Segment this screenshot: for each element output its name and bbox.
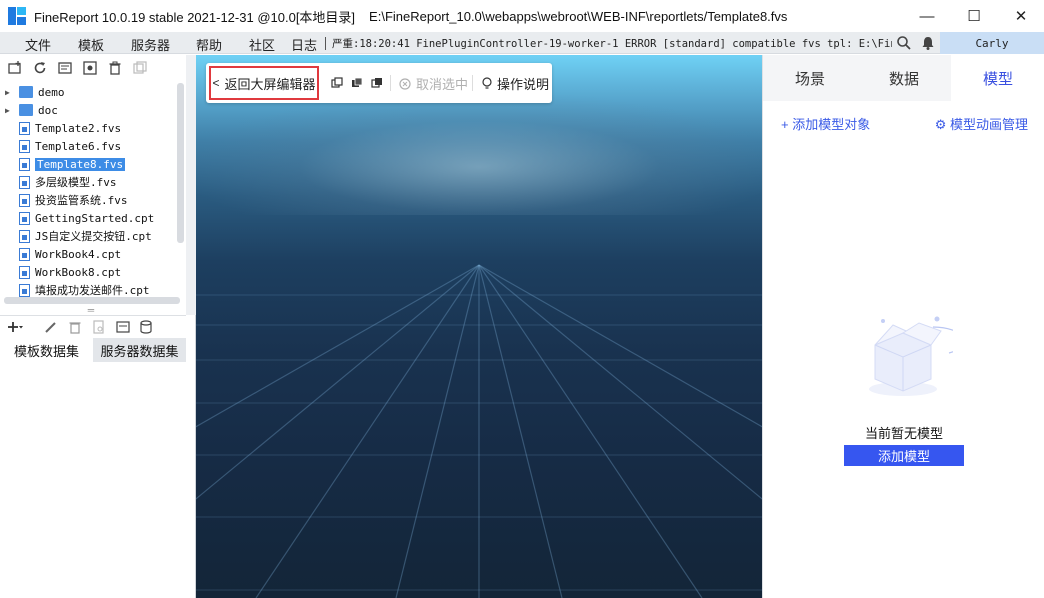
folder-icon xyxy=(19,104,33,116)
tab-data[interactable]: 数据 xyxy=(857,55,951,101)
tree-horizontal-scrollbar[interactable] xyxy=(4,297,180,304)
tree-file[interactable]: WorkBook8.cpt xyxy=(0,263,121,281)
expand-arrow-icon[interactable]: ▶ xyxy=(5,106,15,115)
edit-icon[interactable] xyxy=(42,318,60,336)
bell-icon[interactable] xyxy=(920,35,936,51)
file-icon xyxy=(19,247,30,261)
tree-file[interactable]: Template2.fvs xyxy=(0,119,121,137)
toolbar-separator xyxy=(390,75,391,91)
close-button[interactable]: ✕ xyxy=(998,0,1044,32)
menu-bar: 文件 模板 服务器 帮助 社区 日志 严重:18:20:41 FinePlugi… xyxy=(0,32,1044,54)
dataset-toolbar xyxy=(0,315,186,337)
refresh-icon[interactable] xyxy=(31,59,49,77)
empty-state-text: 当前暂无模型 xyxy=(864,426,943,441)
add-model-button[interactable]: 添加模型 xyxy=(844,445,964,466)
empty-box-illustration xyxy=(869,316,953,396)
tree-file[interactable]: JS自定义提交按钮.cpt xyxy=(0,227,152,245)
tab-model[interactable]: 模型 xyxy=(951,55,1044,101)
deselect-icon xyxy=(399,77,411,90)
search-icon[interactable] xyxy=(896,35,912,51)
scene-canvas[interactable] xyxy=(196,55,762,598)
tab-scene[interactable]: 场景 xyxy=(763,55,857,101)
add-dataset-icon[interactable] xyxy=(6,318,24,336)
preview-icon[interactable] xyxy=(90,318,108,336)
file-icon xyxy=(19,265,30,279)
tab-template-dataset[interactable]: 模板数据集 xyxy=(0,338,93,362)
settings-icon[interactable] xyxy=(81,59,99,77)
tree-file-selected[interactable]: Template8.fvs xyxy=(0,155,126,173)
file-icon xyxy=(19,139,30,153)
minimize-button[interactable]: — xyxy=(904,0,950,32)
tree-file[interactable]: GettingStarted.cpt xyxy=(0,209,154,227)
tree-file[interactable]: 多层级模型.fvs xyxy=(0,173,117,191)
menu-community[interactable]: 社区 xyxy=(249,35,275,54)
operation-help-button[interactable]: 操作说明 xyxy=(481,74,549,93)
back-to-editor-button[interactable]: < 返回大屏编辑器 xyxy=(209,66,319,100)
file-icon xyxy=(19,229,30,243)
finereport-logo-icon xyxy=(8,7,26,25)
tree-folder-doc[interactable]: ▶ doc xyxy=(0,101,58,119)
log-message[interactable]: 严重:18:20:41 FinePluginController-19-work… xyxy=(332,36,892,51)
file-icon xyxy=(19,121,30,135)
file-icon xyxy=(19,175,30,189)
tree-vertical-scrollbar[interactable] xyxy=(177,83,184,243)
file-icon xyxy=(19,193,30,207)
chevron-left-icon: < xyxy=(212,76,220,90)
file-icon xyxy=(19,157,30,171)
file-icon xyxy=(19,283,30,297)
log-label[interactable]: 日志 xyxy=(291,35,317,54)
lightbulb-icon xyxy=(482,77,492,89)
delete-icon[interactable] xyxy=(106,59,124,77)
file-tree: ▶ demo ▶ doc Template2.fvs Template6.fvs T… xyxy=(0,83,178,299)
splitter-grip-icon[interactable]: ═ xyxy=(84,305,98,315)
help-label: 操作说明 xyxy=(497,77,550,92)
file-icon xyxy=(19,211,30,225)
menu-server[interactable]: 服务器 xyxy=(131,35,170,54)
canvas-toolbar: < 返回大屏编辑器 取消选中 操作说明 xyxy=(206,63,552,103)
dataset-tabs: 模板数据集 服务器数据集 xyxy=(0,338,186,362)
layer-stack-icon[interactable] xyxy=(351,77,363,89)
template-toolbar xyxy=(0,55,186,81)
add-model-object-link[interactable]: + 添加模型对象 xyxy=(781,114,870,133)
tree-file[interactable]: WorkBook4.cpt xyxy=(0,245,121,263)
file-path: E:\FineReport_10.0\webapps\webroot\WEB-I… xyxy=(369,8,788,24)
deselect-button[interactable]: 取消选中 xyxy=(399,74,468,93)
template-info-icon[interactable] xyxy=(56,59,74,77)
menu-help[interactable]: 帮助 xyxy=(196,35,222,54)
tab-server-dataset[interactable]: 服务器数据集 xyxy=(93,338,186,362)
tree-file[interactable]: Template6.fvs xyxy=(0,137,121,155)
floor-grid xyxy=(196,264,762,598)
app-title: FineReport 10.0.19 stable 2021-12-31 @10… xyxy=(34,9,356,25)
layer-copy-icon[interactable] xyxy=(331,77,343,89)
model-animation-link[interactable]: ⚙ 模型动画管理 xyxy=(935,114,1028,133)
user-account[interactable]: Carly xyxy=(940,32,1044,54)
new-folder-icon[interactable] xyxy=(6,59,24,77)
left-collapse-handle[interactable] xyxy=(186,55,196,315)
delete-dataset-icon[interactable] xyxy=(66,318,84,336)
back-label: 返回大屏编辑器 xyxy=(224,76,316,92)
tree-file[interactable]: 投资监管系统.fvs xyxy=(0,191,128,209)
right-panel: 场景 数据 模型 + 添加模型对象 ⚙ 模型动画管理 当前暂无模型 添加模型 xyxy=(762,55,1044,598)
menu-template[interactable]: 模板 xyxy=(78,35,104,54)
property-tabs: 场景 数据 模型 xyxy=(763,55,1044,101)
layer-group-icon[interactable] xyxy=(371,77,383,89)
maximize-button[interactable]: ☐ xyxy=(951,0,997,32)
log-separator xyxy=(325,37,326,50)
title-bar: FineReport 10.0.19 stable 2021-12-31 @10… xyxy=(0,0,1044,32)
toolbar-separator xyxy=(472,75,473,91)
dataset-params-icon[interactable] xyxy=(114,318,132,336)
left-panel: ▶ demo ▶ doc Template2.fvs Template6.fvs T… xyxy=(0,55,196,598)
folder-icon xyxy=(19,86,33,98)
gear-icon: ⚙ xyxy=(934,117,947,132)
model-animation-label: 模型动画管理 xyxy=(949,117,1028,132)
copy-icon xyxy=(131,59,149,77)
tree-folder-demo[interactable]: ▶ demo xyxy=(0,83,65,101)
menu-file[interactable]: 文件 xyxy=(25,35,51,54)
database-icon[interactable] xyxy=(138,318,156,336)
deselect-label: 取消选中 xyxy=(416,77,469,92)
expand-arrow-icon[interactable]: ▶ xyxy=(5,88,15,97)
